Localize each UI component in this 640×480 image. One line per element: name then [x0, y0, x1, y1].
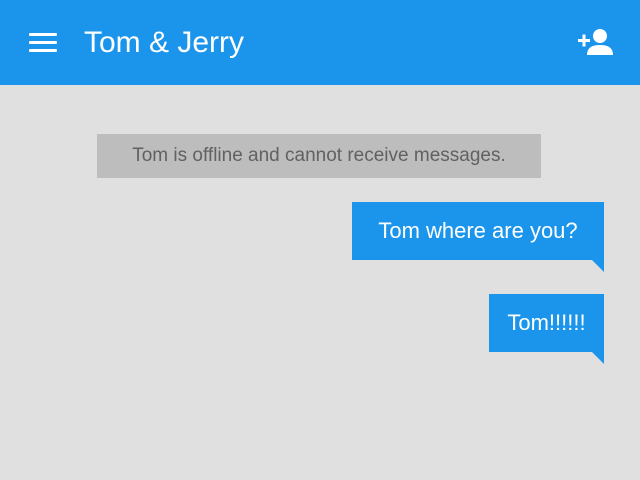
app-bar: Tom & Jerry	[0, 0, 640, 85]
chat-title: Tom & Jerry	[84, 26, 245, 59]
sent-message-bubble[interactable]: Tom where are you?	[352, 202, 604, 272]
chat-app: Tom & Jerry Tom is offline and cannot re…	[0, 0, 640, 480]
add-user-button[interactable]	[576, 27, 614, 57]
menu-button[interactable]	[29, 33, 57, 53]
sent-message-bubble[interactable]: Tom!!!!!!	[489, 294, 604, 364]
add-person-icon	[578, 29, 613, 55]
offline-notice: Tom is offline and cannot receive messag…	[97, 134, 541, 178]
